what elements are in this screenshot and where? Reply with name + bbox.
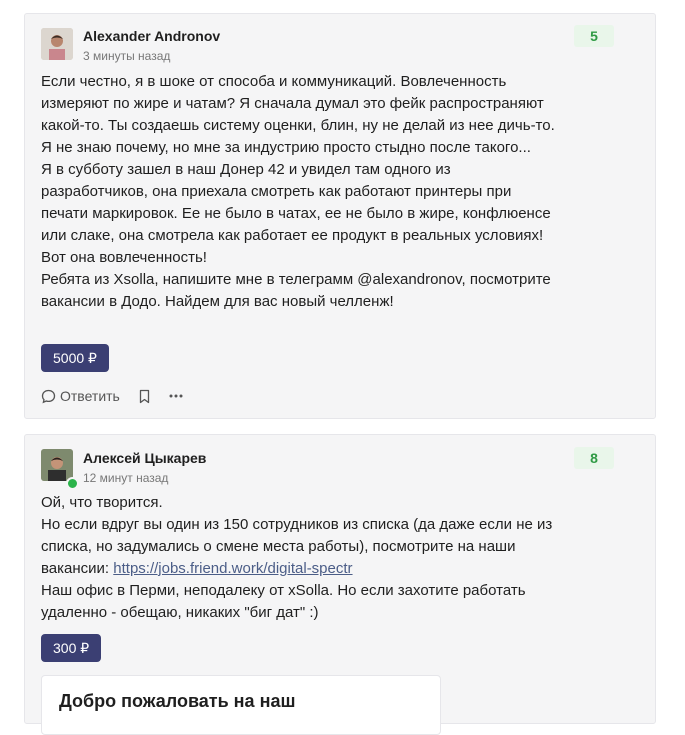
comment-paragraph: Но если вдруг вы один из 150 сотрудников… [41, 514, 561, 580]
donation-badge: 300 ₽ [41, 634, 102, 662]
bookmark-icon [138, 389, 151, 404]
avatar[interactable] [41, 28, 73, 60]
more-button[interactable] [169, 394, 183, 398]
comment-card: Alexander Andronov 3 минуты назад 5 Если… [24, 13, 656, 419]
reply-icon [41, 389, 56, 404]
rating-badge[interactable]: 5 [574, 25, 614, 47]
donation-badge: 5000 ₽ [41, 344, 109, 372]
author-name[interactable]: Alexander Andronov [83, 28, 220, 44]
more-icon [169, 394, 183, 398]
comment-paragraph: Если честно, я в шоке от способа и комму… [41, 73, 555, 156]
reply-label: Ответить [60, 388, 120, 404]
comment-paragraph: Ой, что творится. [41, 494, 163, 511]
online-status-dot [66, 477, 79, 490]
reply-button[interactable]: Ответить [41, 388, 120, 404]
embedded-preview-card[interactable]: Добро пожаловать на наш [41, 675, 441, 735]
comment-card: Алексей Цыкарев 12 минут назад 8 Ой, что… [24, 434, 656, 735]
comment-paragraph: Наш офис в Перми, неподалеку от xSolla. … [41, 582, 526, 621]
comment-text: Ой, что творится. Но если вдруг вы один … [41, 492, 561, 624]
author-name[interactable]: Алексей Цыкарев [83, 450, 206, 466]
comment-paragraph: Ребята из Xsolla, напишите мне в телегра… [41, 271, 551, 310]
comment-paragraph: Я в субботу зашел в наш Донер 42 и увиде… [41, 161, 551, 266]
bookmark-button[interactable] [138, 389, 151, 404]
comment-actions: Ответить [41, 387, 183, 405]
rating-badge[interactable]: 8 [574, 447, 614, 469]
avatar[interactable] [41, 449, 73, 481]
comment-time[interactable]: 3 минуты назад [83, 49, 170, 63]
vacancies-link[interactable]: https://jobs.friend.work/digital-spectr [113, 560, 352, 577]
comment-text: Если честно, я в шоке от способа и комму… [41, 71, 561, 313]
comment-time[interactable]: 12 минут назад [83, 471, 168, 485]
preview-title: Добро пожаловать на наш [59, 691, 296, 711]
